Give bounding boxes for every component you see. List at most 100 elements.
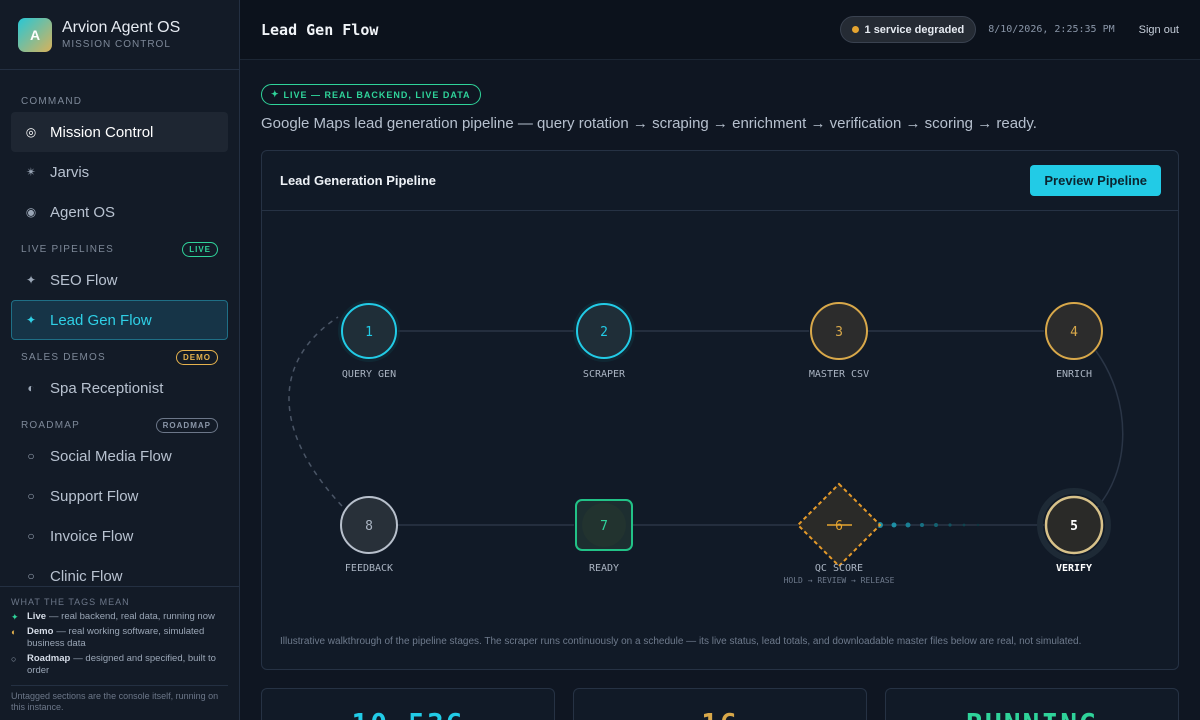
stage-number: 8 xyxy=(365,519,373,534)
stat-value: 16 xyxy=(574,707,866,720)
sidebar-item-label: Mission Control xyxy=(50,123,154,141)
stage-node-enrich[interactable]: 4 ENRICH xyxy=(1045,302,1103,380)
section-roadmap-label: ROADMAP xyxy=(21,419,80,431)
demo-tag: DEMO xyxy=(176,349,218,365)
sidebar-item-agent-os[interactable]: ◉ Agent OS xyxy=(11,192,228,232)
sidebar-item-mission-control[interactable]: ◎ Mission Control xyxy=(11,112,228,152)
flow-dot xyxy=(962,523,966,527)
feedback-loop-connector xyxy=(288,316,343,507)
sidebar-item-jarvis[interactable]: ✴ Jarvis xyxy=(11,152,228,192)
stat-card-status: RUNNING xyxy=(885,688,1179,720)
sparkle-icon: ✴ xyxy=(25,165,37,179)
sidebar-item-social-media-flow[interactable]: ○ Social Media Flow xyxy=(11,436,228,476)
sidebar-item-invoice-flow[interactable]: ○ Invoice Flow xyxy=(11,516,228,556)
circle-outline-icon: ○ xyxy=(27,569,35,583)
stage-number: 6 xyxy=(835,519,843,534)
pipeline-title: Lead Generation Pipeline xyxy=(280,173,437,188)
star-icon: ✦ xyxy=(25,273,37,287)
sidebar-item-label: Lead Gen Flow xyxy=(50,311,152,329)
sidebar-item-support-flow[interactable]: ○ Support Flow xyxy=(11,476,228,516)
section-sales-demos: SALES DEMOS DEMO xyxy=(11,346,228,368)
flow-dot xyxy=(948,523,952,527)
page-body: ✦ LIVE — REAL BACKEND, LIVE DATA Google … xyxy=(240,60,1200,670)
live-tag: LIVE xyxy=(182,241,218,257)
tag-legend: WHAT THE TAGS MEAN ✦ Live — real backend,… xyxy=(0,586,239,720)
sidebar-item-label: Jarvis xyxy=(50,163,90,181)
stage-label: VERIFY xyxy=(1056,563,1092,574)
stage-node-qc-score[interactable]: 6 QC SCORE HOLD → REVIEW → RELEASE xyxy=(784,482,895,585)
warning-dot-icon xyxy=(851,26,859,33)
stat-card-count: 16 xyxy=(573,688,867,720)
pipeline-panel-header: Lead Generation Pipeline Preview Pipelin… xyxy=(262,151,1178,211)
legend-live-term: Live xyxy=(27,611,47,622)
topbar: Lead Gen Flow 1 service degraded 8/10/20… xyxy=(240,0,1200,60)
page-description: Google Maps lead generation pipeline — q… xyxy=(261,115,1037,132)
stage-number: 3 xyxy=(835,325,843,340)
section-live-pipelines: LIVE PIPELINES LIVE xyxy=(11,238,228,260)
half-circle-icon: ◐ xyxy=(27,381,35,395)
sidebar-item-seo-flow[interactable]: ✦ SEO Flow xyxy=(11,260,228,300)
stage-label: MASTER CSV xyxy=(809,369,869,380)
circle-outline-icon: ○ xyxy=(27,449,35,463)
stat-card-leads: 10,536 xyxy=(261,688,555,720)
star-icon: ✦ xyxy=(11,612,19,622)
main-content: Lead Gen Flow 1 service degraded 8/10/20… xyxy=(240,0,1200,720)
live-chip-label: LIVE — REAL BACKEND, LIVE DATA xyxy=(283,89,471,100)
stage-label: ENRICH xyxy=(1056,369,1092,380)
flow-dot xyxy=(920,523,924,527)
section-command: COMMAND xyxy=(11,90,228,112)
circle-outline-icon: ○ xyxy=(27,529,35,543)
circle-outline-icon: ○ xyxy=(27,489,35,503)
brand[interactable]: A Arvion Agent OS MISSION CONTROL xyxy=(0,0,239,70)
radio-icon: ◉ xyxy=(25,205,37,219)
legend-row-roadmap: ○ Roadmap — designed and specified, built… xyxy=(11,653,228,677)
stage-node-feedback[interactable]: 8 FEEDBACK xyxy=(340,496,398,574)
service-status-text: 1 service degraded xyxy=(864,23,965,36)
stage-label: QUERY GEN xyxy=(342,369,396,380)
section-live-label: LIVE PIPELINES xyxy=(21,243,114,255)
preview-pipeline-button[interactable]: Preview Pipeline xyxy=(1030,165,1161,196)
sidebar-item-label: Clinic Flow xyxy=(50,567,123,585)
circle-outline-icon: ○ xyxy=(11,654,17,664)
stage-node-verify[interactable]: 5 VERIFY xyxy=(1037,488,1111,574)
sidebar-item-label: SEO Flow xyxy=(50,271,118,289)
stage-number: 7 xyxy=(600,519,608,534)
pipeline-caption: Illustrative walkthrough of the pipeline… xyxy=(280,636,1082,647)
stage-node-query-gen[interactable]: 1 QUERY GEN xyxy=(338,300,400,380)
sidebar-item-label: Social Media Flow xyxy=(50,447,172,465)
sign-out-button[interactable]: Sign out xyxy=(1139,24,1179,36)
stage-sublabel: HOLD → REVIEW → RELEASE xyxy=(784,576,895,585)
sidebar-item-lead-gen-flow[interactable]: ✦ Lead Gen Flow xyxy=(11,300,228,340)
stage-label: FEEDBACK xyxy=(345,563,393,574)
sidebar-item-label: Spa Receptionist xyxy=(50,379,164,397)
legend-live-text: Live — real backend, real data, running n… xyxy=(27,611,215,623)
stage-label: READY xyxy=(589,563,619,574)
sidebar-nav: COMMAND ◎ Mission Control ✴ Jarvis ◉ Age… xyxy=(0,70,239,585)
app-window: A Arvion Agent OS MISSION CONTROL COMMAN… xyxy=(0,0,1200,720)
stage-node-master-csv[interactable]: 3 MASTER CSV xyxy=(809,302,869,380)
legend-row-live: ✦ Live — real backend, real data, running… xyxy=(11,611,228,623)
legend-demo-term: Demo xyxy=(27,626,54,637)
flow-dot xyxy=(905,522,911,528)
legend-row-demo: ◐ Demo — real working software, simulated… xyxy=(11,626,228,650)
sidebar-item-spa-receptionist[interactable]: ◐ Spa Receptionist xyxy=(11,368,228,408)
brand-subtitle: MISSION CONTROL xyxy=(62,39,171,50)
brand-title: Arvion Agent OS xyxy=(62,19,181,36)
sidebar-item-clinic-flow[interactable]: ○ Clinic Flow xyxy=(11,556,228,585)
stage-label: SCRAPER xyxy=(583,369,626,380)
stage-label: QC SCORE xyxy=(815,563,863,574)
stage-number: 4 xyxy=(1070,325,1078,340)
stage-node-ready[interactable]: 7 READY xyxy=(575,499,633,574)
legend-demo-text: Demo — real working software, simulated b… xyxy=(27,626,228,650)
star-icon: ✦ xyxy=(271,89,280,99)
stage-number: 1 xyxy=(365,325,373,340)
roadmap-tag: ROADMAP xyxy=(155,417,218,433)
service-status-badge[interactable]: 1 service degraded xyxy=(839,16,977,43)
flow-dot xyxy=(934,523,938,527)
half-circle-icon: ◐ xyxy=(11,627,17,637)
stage-number: 2 xyxy=(600,325,608,340)
legend-note: Untagged sections are the console itself… xyxy=(11,685,228,713)
legend-live-desc: — real backend, real data, running now xyxy=(49,611,215,622)
stats-row: 10,536 16 RUNNING xyxy=(261,688,1179,720)
stage-node-scraper[interactable]: 2 SCRAPER xyxy=(573,300,635,380)
